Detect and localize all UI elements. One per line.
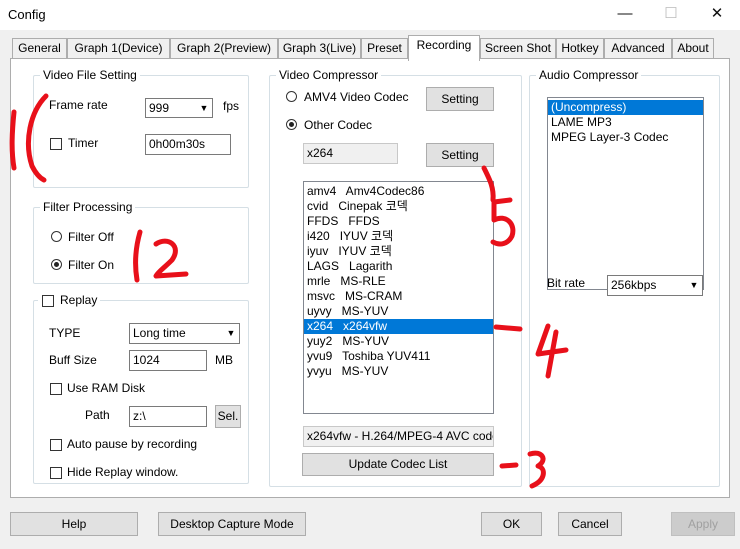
audio-compressor-group: Audio Compressor (Uncompress) LAME MP3 MPE… — [529, 68, 720, 487]
fps-label: fps — [223, 99, 240, 113]
auto-pause-label: Auto pause by recording — [67, 437, 198, 451]
replay-type-combo[interactable]: Long time ▼ — [129, 323, 240, 344]
tab-preset[interactable]: Preset — [361, 38, 408, 59]
video-codec-item[interactable]: i420 IYUV 코덱 — [304, 229, 493, 244]
maximize-button[interactable]: ☐ — [648, 0, 694, 30]
cancel-button[interactable]: Cancel — [558, 512, 622, 536]
desktop-capture-mode-button[interactable]: Desktop Capture Mode — [158, 512, 306, 536]
video-codec-item[interactable]: iyuv IYUV 코덱 — [304, 244, 493, 259]
filter-on-label: Filter On — [68, 258, 115, 272]
timer-input[interactable]: 0h00m30s — [145, 134, 231, 155]
video-codec-item[interactable]: x264 x264vfw — [304, 319, 493, 334]
window-title: Config — [8, 7, 46, 22]
audio-codec-list[interactable]: (Uncompress) LAME MP3 MPEG Layer-3 Codec — [547, 97, 704, 290]
tab-graph1-device[interactable]: Graph 1(Device) — [67, 38, 170, 59]
video-codec-item[interactable]: msvc MS-CRAM — [304, 289, 493, 304]
bitrate-value: 256kbps — [611, 278, 657, 292]
chevron-down-icon: ▼ — [226, 328, 236, 338]
apply-button[interactable]: Apply — [671, 512, 735, 536]
group-title: Video Compressor — [276, 68, 382, 82]
video-file-setting-group: Video File Setting Frame rate 999 ▼ fps … — [33, 68, 249, 188]
replay-group: Replay TYPE Long time ▼ Buff Size 1024 M… — [33, 293, 249, 484]
frame-rate-value: 999 — [149, 101, 170, 115]
tab-screen-shot[interactable]: Screen Shot — [480, 38, 556, 59]
audio-codec-item[interactable]: (Uncompress) — [548, 100, 703, 115]
tab-hotkey[interactable]: Hotkey — [556, 38, 604, 59]
tab-about[interactable]: About — [672, 38, 714, 59]
tab-advanced[interactable]: Advanced — [604, 38, 672, 59]
path-input[interactable]: z:\ — [129, 406, 207, 427]
video-codec-item[interactable]: yuy2 MS-YUV — [304, 334, 493, 349]
video-codec-list[interactable]: amv4 Amv4Codec86 cvid Cinepak 코덱 FFDS FFDS… — [303, 181, 494, 414]
minimize-button[interactable]: — — [602, 0, 648, 30]
other-codec-radio[interactable] — [286, 119, 297, 130]
tab-recording[interactable]: Recording — [408, 35, 480, 61]
frame-rate-combo[interactable]: 999 ▼ — [145, 98, 213, 118]
video-codec-item[interactable]: yvyu MS-YUV — [304, 364, 493, 379]
bitrate-label: Bit rate — [547, 276, 586, 290]
close-button[interactable]: ✕ — [694, 0, 740, 30]
chevron-down-icon: ▼ — [199, 103, 209, 113]
filter-off-radio[interactable] — [51, 231, 62, 242]
auto-pause-checkbox[interactable] — [50, 439, 62, 451]
replay-checkbox[interactable] — [42, 295, 54, 307]
select-path-button[interactable]: Sel. — [215, 405, 241, 428]
video-codec-item[interactable]: cvid Cinepak 코덱 — [304, 199, 493, 214]
recording-panel: Video File Setting Frame rate 999 ▼ fps … — [10, 58, 730, 498]
group-title: Filter Processing — [40, 200, 136, 214]
ram-disk-checkbox[interactable] — [50, 383, 62, 395]
codec-description-field: x264vfw - H.264/MPEG-4 AVC code — [303, 426, 494, 447]
video-codec-item[interactable]: mrle MS-RLE — [304, 274, 493, 289]
group-title: Video File Setting — [40, 68, 140, 82]
video-codec-item[interactable]: FFDS FFDS — [304, 214, 493, 229]
help-button[interactable]: Help — [10, 512, 138, 536]
video-codec-item[interactable]: yvu9 Toshiba YUV411 — [304, 349, 493, 364]
video-compressor-group: Video Compressor AMV4 Video Codec Settin… — [269, 68, 522, 487]
filter-processing-group: Filter Processing Filter Off Filter On — [33, 200, 249, 284]
hide-replay-checkbox[interactable] — [50, 467, 62, 479]
bitrate-combo[interactable]: 256kbps ▼ — [607, 275, 703, 296]
path-label: Path — [85, 408, 110, 422]
video-codec-item[interactable]: amv4 Amv4Codec86 — [304, 184, 493, 199]
timer-checkbox[interactable] — [50, 138, 62, 150]
amv4-setting-button[interactable]: Setting — [426, 87, 494, 111]
amv4-codec-label: AMV4 Video Codec — [304, 90, 409, 104]
ram-disk-label: Use RAM Disk — [67, 381, 146, 395]
ok-button[interactable]: OK — [481, 512, 542, 536]
video-codec-item[interactable]: uyvy MS-YUV — [304, 304, 493, 319]
buff-unit-label: MB — [215, 353, 233, 367]
buff-size-label: Buff Size — [49, 353, 97, 367]
timer-label: Timer — [68, 136, 99, 150]
buff-size-input[interactable]: 1024 — [129, 350, 207, 371]
type-label: TYPE — [49, 326, 81, 340]
replay-type-value: Long time — [133, 326, 186, 340]
frame-rate-label: Frame rate — [49, 98, 108, 112]
audio-codec-item[interactable]: LAME MP3 — [548, 115, 703, 130]
chevron-down-icon: ▼ — [689, 280, 699, 290]
filter-on-radio[interactable] — [51, 259, 62, 270]
filter-off-label: Filter Off — [68, 230, 114, 244]
update-codec-list-button[interactable]: Update Codec List — [302, 453, 494, 476]
group-title: Audio Compressor — [536, 68, 642, 82]
other-codec-setting-button[interactable]: Setting — [426, 143, 494, 167]
tab-general[interactable]: General — [12, 38, 67, 59]
video-codec-item[interactable]: LAGS Lagarith — [304, 259, 493, 274]
replay-label: Replay — [60, 293, 98, 307]
tab-graph3-live[interactable]: Graph 3(Live) — [278, 38, 361, 59]
tab-graph2-preview[interactable]: Graph 2(Preview) — [170, 38, 278, 59]
amv4-codec-radio[interactable] — [286, 91, 297, 102]
selected-codec-field: x264 — [303, 143, 398, 164]
audio-codec-item[interactable]: MPEG Layer-3 Codec — [548, 130, 703, 145]
hide-replay-label: Hide Replay window. — [67, 465, 179, 479]
other-codec-label: Other Codec — [304, 118, 373, 132]
